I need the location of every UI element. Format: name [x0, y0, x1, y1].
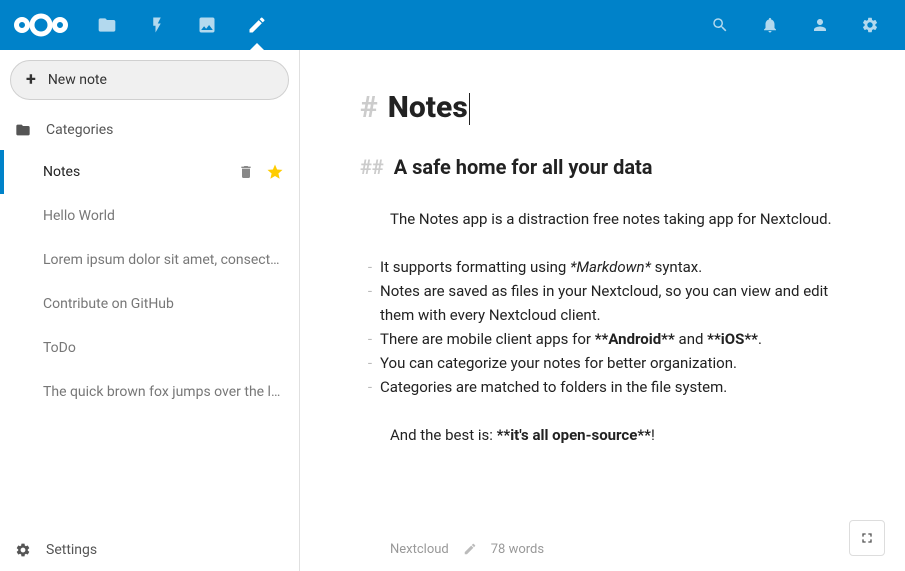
note-title: Lorem ipsum dolor sit amet, consectetur …: [43, 252, 284, 268]
list-item: -You can categorize your notes for bette…: [360, 351, 865, 375]
plus-icon: +: [26, 71, 36, 89]
expand-icon: [859, 530, 875, 546]
note-h2: A safe home for all your data: [394, 155, 653, 179]
header-actions: [695, 0, 895, 50]
list-item: -Notes are saved as files in your Nextcl…: [360, 279, 865, 327]
main-layout: + New note Categories Notes Hello World …: [0, 50, 905, 571]
note-item[interactable]: The quick brown fox jumps over the loazy…: [0, 370, 299, 414]
note-category[interactable]: Nextcloud: [390, 542, 449, 557]
word-count: 78 words: [491, 542, 544, 557]
new-note-label: New note: [48, 72, 107, 88]
note-editor[interactable]: # Notes ## A safe home for all your data…: [360, 90, 865, 527]
categories-toggle[interactable]: Categories: [0, 110, 299, 150]
text-cursor: [469, 93, 470, 125]
categories-label: Categories: [46, 122, 113, 138]
note-title: The quick brown fox jumps over the loazy…: [43, 384, 284, 400]
pencil-icon[interactable]: [463, 542, 477, 556]
bullet-list: -It supports formatting using *Markdown*…: [360, 255, 865, 399]
note-item[interactable]: Hello World: [0, 194, 299, 238]
app-nav: [82, 0, 282, 50]
settings-icon[interactable]: [845, 0, 895, 50]
activity-app-icon[interactable]: [132, 0, 182, 50]
contacts-icon[interactable]: [795, 0, 845, 50]
fullscreen-button[interactable]: [849, 520, 885, 556]
editor-footer: Nextcloud 78 words: [360, 527, 865, 571]
note-title: Hello World: [43, 208, 284, 224]
note-list: Notes Hello World Lorem ipsum dolor sit …: [0, 150, 299, 527]
list-item: -There are mobile client apps for **Andr…: [360, 327, 865, 351]
note-title: ToDo: [43, 340, 284, 356]
settings-label: Settings: [46, 542, 97, 558]
new-note-button[interactable]: + New note: [10, 60, 289, 100]
editor-pane: # Notes ## A safe home for all your data…: [300, 50, 905, 571]
h2-marker: ##: [360, 155, 384, 179]
star-icon[interactable]: [266, 163, 284, 181]
note-item[interactable]: Contribute on GitHub: [0, 282, 299, 326]
notifications-icon[interactable]: [745, 0, 795, 50]
note-h1: Notes: [388, 90, 470, 125]
note-title: Notes: [43, 164, 238, 180]
note-title: Contribute on GitHub: [43, 296, 284, 312]
search-icon[interactable]: [695, 0, 745, 50]
folder-icon: [15, 122, 31, 138]
notes-app-icon[interactable]: [232, 0, 282, 50]
gallery-app-icon[interactable]: [182, 0, 232, 50]
outro-paragraph: And the best is: **it's all open-source*…: [390, 423, 865, 447]
app-header: [0, 0, 905, 50]
sidebar-settings[interactable]: Settings: [0, 527, 299, 571]
files-app-icon[interactable]: [82, 0, 132, 50]
delete-icon[interactable]: [238, 164, 254, 180]
gear-icon: [15, 542, 31, 558]
sidebar: + New note Categories Notes Hello World …: [0, 50, 300, 571]
nextcloud-logo[interactable]: [10, 8, 72, 42]
list-item: -It supports formatting using *Markdown*…: [360, 255, 865, 279]
h1-marker: #: [360, 90, 378, 125]
list-item: -Categories are matched to folders in th…: [360, 375, 865, 399]
note-item[interactable]: Lorem ipsum dolor sit amet, consectetur …: [0, 238, 299, 282]
intro-paragraph: The Notes app is a distraction free note…: [390, 207, 865, 231]
note-item[interactable]: Notes: [0, 150, 299, 194]
note-item[interactable]: ToDo: [0, 326, 299, 370]
